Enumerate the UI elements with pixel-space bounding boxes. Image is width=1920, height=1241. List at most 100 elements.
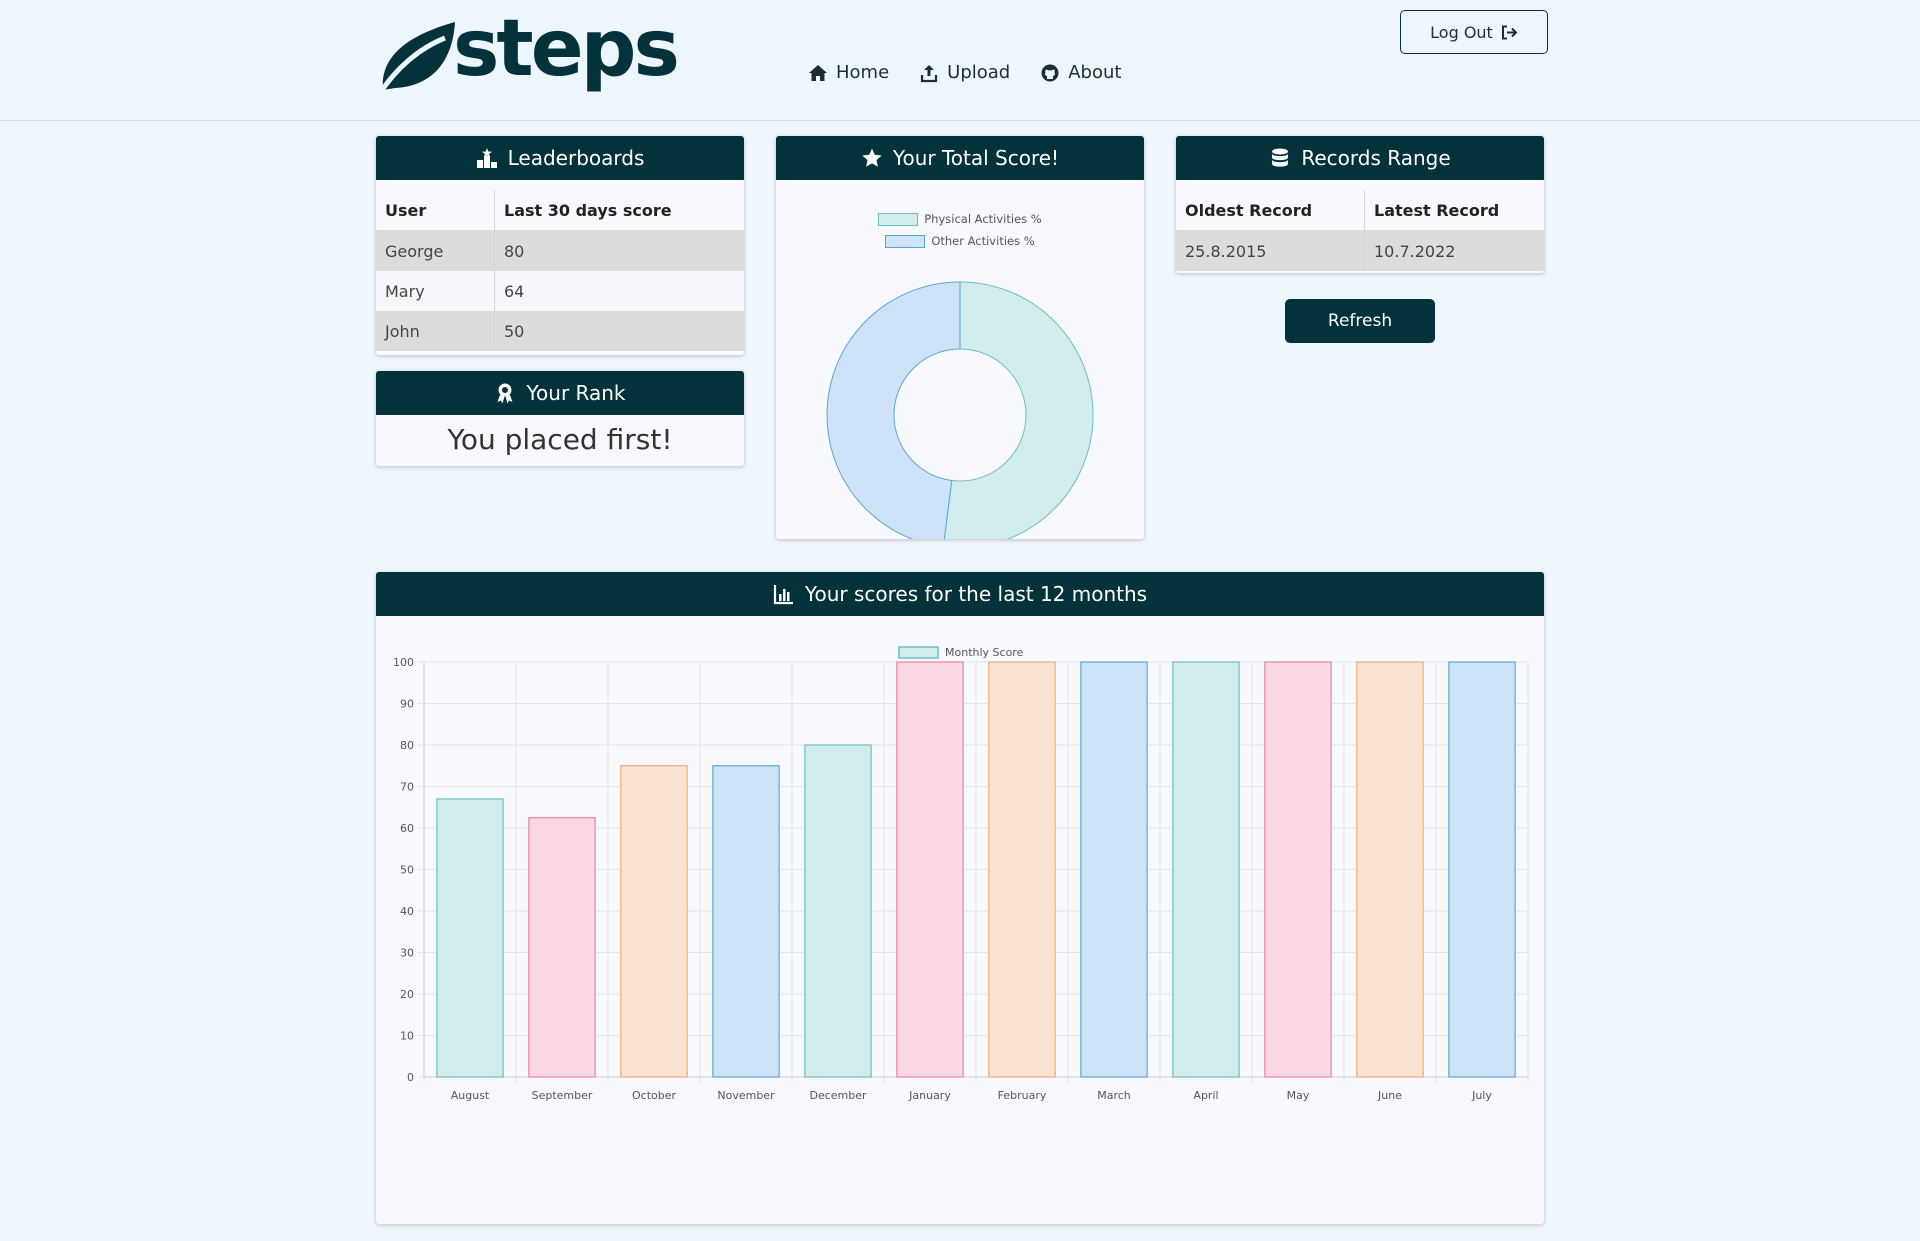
logout-label: Log Out bbox=[1430, 22, 1493, 42]
nav-home-label: Home bbox=[836, 62, 890, 83]
y-tick-label: 100 bbox=[393, 656, 414, 669]
pie-slice[interactable] bbox=[943, 281, 1094, 539]
nav-about[interactable]: About bbox=[1040, 62, 1121, 83]
table-row: 25.8.2015 10.7.2022 bbox=[1176, 230, 1544, 271]
score-cell: 50 bbox=[494, 311, 744, 351]
bar[interactable] bbox=[988, 661, 1056, 1078]
x-tick-label: August bbox=[451, 1089, 490, 1102]
nav-upload-label: Upload bbox=[947, 62, 1011, 83]
table-row: John 50 bbox=[376, 311, 744, 351]
records-header: Records Range bbox=[1176, 136, 1544, 180]
user-cell: Mary bbox=[376, 271, 495, 311]
nav-upload[interactable]: Upload bbox=[919, 62, 1010, 83]
y-tick-label: 70 bbox=[400, 781, 414, 794]
monthly-scores-header: Your scores for the last 12 months bbox=[376, 572, 1544, 616]
nav-home[interactable]: Home bbox=[808, 62, 889, 83]
sign-out-icon bbox=[1501, 25, 1518, 39]
award-icon bbox=[497, 383, 513, 404]
rank-card: Your Rank You placed first! bbox=[376, 371, 744, 466]
bar[interactable] bbox=[896, 661, 964, 1078]
table-row: George 80 bbox=[376, 230, 744, 271]
table-row: Mary 64 bbox=[376, 271, 744, 311]
leaf-icon bbox=[374, 22, 455, 100]
pie-slice[interactable] bbox=[826, 281, 961, 539]
user-cell: John bbox=[376, 311, 495, 351]
rank-message: You placed first! bbox=[447, 423, 673, 456]
legend-label: Other Activities % bbox=[931, 234, 1035, 248]
y-tick-label: 30 bbox=[400, 947, 414, 960]
steps-logo[interactable]: steps bbox=[374, 4, 680, 100]
leaderboard-card: Leaderboards User Last 30 days score Geo… bbox=[376, 136, 744, 355]
x-tick-label: February bbox=[998, 1089, 1047, 1102]
legend-swatch bbox=[878, 212, 919, 226]
leaderboard-header: Leaderboards bbox=[376, 136, 744, 180]
logo-text: steps bbox=[453, 4, 680, 94]
bar[interactable] bbox=[1264, 661, 1332, 1078]
bar[interactable] bbox=[1080, 661, 1148, 1078]
x-tick-label: July bbox=[1471, 1089, 1492, 1102]
monthly-bar-chart: Monthly Score 0 10 20 30 40 50 60 70 80 90 100 Augu… bbox=[393, 646, 1529, 1102]
column-header-user: User bbox=[376, 190, 495, 231]
y-tick-label: 20 bbox=[400, 988, 414, 1001]
leaderboard-title: Leaderboards bbox=[507, 146, 645, 170]
column-header-score: Last 30 days score bbox=[494, 190, 744, 231]
legend-label: Monthly Score bbox=[945, 646, 1024, 659]
column-header-latest: Latest Record bbox=[1364, 190, 1544, 231]
bar[interactable] bbox=[712, 765, 780, 1078]
total-score-header: Your Total Score! bbox=[776, 136, 1144, 180]
score-cell: 64 bbox=[494, 271, 744, 311]
rank-header: Your Rank bbox=[376, 371, 744, 415]
home-icon bbox=[809, 64, 827, 81]
monthly-scores-card: Your scores for the last 12 months Month… bbox=[376, 572, 1544, 1224]
doughnut-chart bbox=[826, 281, 1094, 539]
y-tick-label: 10 bbox=[400, 1030, 414, 1043]
podium-icon bbox=[476, 148, 497, 168]
bar[interactable] bbox=[620, 765, 688, 1078]
github-icon bbox=[1041, 64, 1059, 81]
x-tick-label: December bbox=[809, 1089, 867, 1102]
x-tick-label: November bbox=[717, 1089, 775, 1102]
refresh-button[interactable]: Refresh bbox=[1285, 299, 1435, 343]
y-tick-label: 40 bbox=[400, 905, 414, 918]
x-tick-label: May bbox=[1287, 1089, 1310, 1102]
y-tick-label: 50 bbox=[400, 864, 414, 877]
x-tick-label: June bbox=[1377, 1089, 1402, 1102]
legend-label: Physical Activities % bbox=[924, 212, 1042, 226]
y-tick-label: 60 bbox=[400, 822, 414, 835]
bar[interactable] bbox=[1356, 661, 1424, 1078]
bar[interactable] bbox=[1448, 661, 1516, 1078]
user-cell: George bbox=[376, 230, 495, 271]
records-title: Records Range bbox=[1301, 146, 1451, 170]
x-tick-label: March bbox=[1097, 1089, 1131, 1102]
main-nav: Home Upload About bbox=[808, 62, 1121, 83]
monthly-scores-title: Your scores for the last 12 months bbox=[804, 582, 1148, 606]
bar-legend-item[interactable]: Monthly Score bbox=[898, 646, 1024, 659]
database-icon bbox=[1272, 148, 1289, 167]
y-tick-label: 90 bbox=[400, 698, 414, 711]
rank-title: Your Rank bbox=[526, 381, 626, 405]
x-tick-label: October bbox=[632, 1089, 676, 1102]
legend-swatch bbox=[885, 234, 926, 248]
total-score-card: Your Total Score! Physical Activities % … bbox=[776, 136, 1144, 539]
bar-chart-icon bbox=[773, 585, 793, 605]
bar[interactable] bbox=[436, 798, 504, 1078]
latest-record-cell: 10.7.2022 bbox=[1364, 230, 1544, 271]
x-tick-label: September bbox=[532, 1089, 593, 1102]
upload-icon bbox=[921, 64, 938, 82]
x-tick-label: April bbox=[1193, 1089, 1218, 1102]
x-tick-label: January bbox=[908, 1089, 951, 1102]
pie-legend-item[interactable]: Physical Activities % bbox=[776, 208, 1144, 230]
records-table: Oldest Record Latest Record 25.8.2015 10… bbox=[1176, 190, 1544, 271]
score-cell: 80 bbox=[494, 230, 744, 271]
star-icon bbox=[862, 148, 882, 167]
y-tick-label: 80 bbox=[400, 739, 414, 752]
bar[interactable] bbox=[528, 817, 596, 1078]
top-navbar: steps Home Upload About Log Out bbox=[0, 0, 1920, 121]
oldest-record-cell: 25.8.2015 bbox=[1176, 230, 1365, 271]
logout-button[interactable]: Log Out bbox=[1400, 10, 1548, 54]
bar[interactable] bbox=[1172, 661, 1240, 1078]
total-score-title: Your Total Score! bbox=[892, 146, 1060, 170]
leaderboard-table: User Last 30 days score George 80 Mary 6… bbox=[376, 190, 744, 351]
bar[interactable] bbox=[804, 744, 872, 1078]
records-card: Records Range Oldest Record Latest Recor… bbox=[1176, 136, 1544, 273]
